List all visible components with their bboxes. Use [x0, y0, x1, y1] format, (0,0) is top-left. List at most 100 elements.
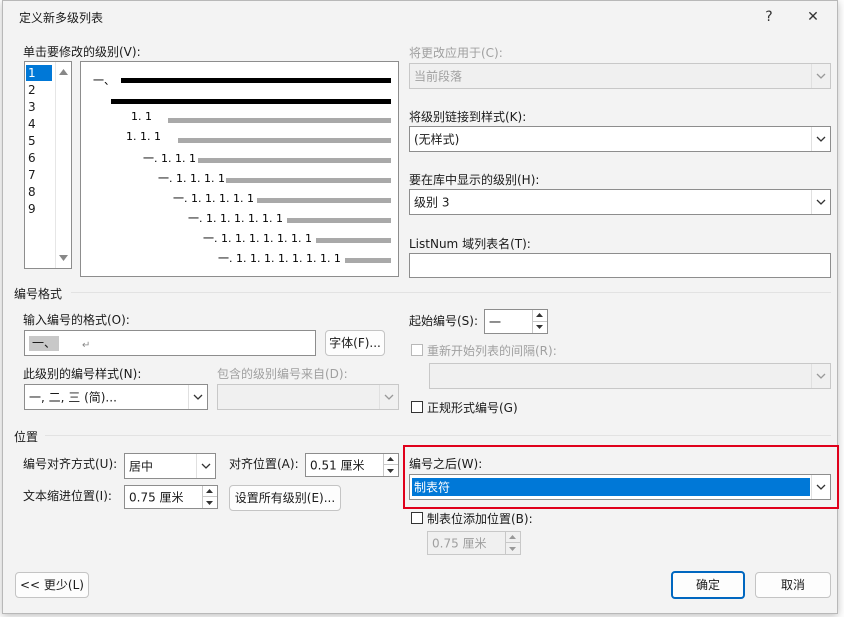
align-at-label: 对齐位置(A): [229, 457, 299, 471]
enter-format-label: 输入编号的格式(O): [23, 313, 130, 327]
tab-stop-value: 0.75 厘米 [432, 536, 487, 551]
listnum-input[interactable] [409, 253, 831, 278]
gallery-level-select[interactable]: 级别 3 [409, 189, 831, 215]
level-item[interactable]: 4 [28, 117, 50, 131]
level-item[interactable]: 1 [28, 66, 50, 80]
chevron-down-icon [384, 394, 394, 400]
number-style-dropdown[interactable] [188, 385, 207, 409]
preview-text: 一. 1. 1. 1. 1 [158, 172, 225, 185]
arrow-down-icon [509, 546, 516, 551]
font-button[interactable]: 字体(F)... [325, 330, 385, 356]
level-scrollbar[interactable] [55, 62, 71, 268]
preview-line [121, 78, 391, 83]
scroll-up-icon[interactable] [59, 69, 68, 75]
chevron-down-icon [816, 136, 826, 142]
preview-line [178, 138, 391, 143]
indent-at-label: 文本缩进位置(I): [23, 489, 112, 503]
indent-at-spinner[interactable]: 0.75 厘米 [124, 485, 218, 509]
preview-text: 一. 1. 1. 1. 1. 1. 1. 1 [203, 232, 312, 245]
restart-after-dropdown[interactable] [811, 364, 830, 388]
level-item[interactable]: 8 [28, 185, 50, 199]
restart-after-checkbox[interactable] [411, 344, 423, 356]
section-divider [71, 292, 831, 293]
preview-text: 1. 1 [131, 110, 152, 123]
legal-style-checkbox[interactable] [411, 401, 423, 413]
level-list[interactable]: 1 2 3 4 5 6 7 8 9 [24, 61, 72, 269]
chevron-down-icon [193, 394, 203, 400]
less-button[interactable]: << 更少(L) [15, 572, 89, 598]
chevron-down-icon [816, 73, 826, 79]
restart-after-select[interactable] [429, 363, 831, 389]
preview-line [345, 258, 391, 263]
gallery-level-label: 要在库中显示的级别(H): [409, 173, 540, 187]
link-style-label: 将级别链接到样式(K): [409, 110, 527, 124]
number-style-select[interactable]: 一, 二, 三 (简)... [24, 384, 208, 410]
follow-with-dropdown[interactable] [811, 475, 830, 499]
spin-up-button[interactable] [533, 310, 547, 322]
spin-up-button[interactable] [506, 532, 520, 543]
alignment-value: 居中 [129, 459, 154, 474]
level-item[interactable]: 9 [28, 202, 50, 216]
preview-line [287, 218, 391, 223]
spin-down-button[interactable] [203, 497, 217, 508]
tab-stop-spinner[interactable]: 0.75 厘米 [427, 531, 521, 555]
spin-up-button[interactable] [384, 454, 398, 465]
level-item[interactable]: 2 [28, 83, 50, 97]
follow-with-label: 编号之后(W): [409, 457, 483, 471]
apply-to-select[interactable]: 当前段落 [409, 63, 831, 89]
chevron-down-icon [201, 463, 211, 469]
click-level-label: 单击要修改的级别(V): [23, 45, 141, 59]
position-section-label: 位置 [14, 430, 39, 444]
follow-with-select[interactable]: 制表符 [409, 474, 831, 500]
alignment-dropdown[interactable] [196, 454, 215, 478]
number-format-input[interactable]: 一、 ↵ [24, 330, 316, 356]
arrow-down-icon [387, 468, 394, 473]
section-divider [45, 435, 831, 436]
preview-text: 一. 1. 1. 1 [143, 152, 196, 165]
include-from-label: 包含的级别编号来自(D): [217, 367, 348, 381]
align-at-value: 0.51 厘米 [310, 458, 365, 473]
gallery-level-value: 级别 3 [414, 195, 450, 210]
arrow-down-icon [206, 500, 213, 505]
level-item[interactable]: 6 [28, 151, 50, 165]
set-all-levels-button[interactable]: 设置所有级别(E)... [229, 485, 341, 511]
preview-line [111, 99, 391, 104]
arrow-up-icon [387, 457, 394, 461]
spin-up-button[interactable] [203, 486, 217, 497]
start-at-value: 一 [489, 315, 502, 329]
spin-down-button[interactable] [506, 543, 520, 554]
cancel-button[interactable]: 取消 [755, 572, 831, 598]
close-button[interactable]: ✕ [798, 3, 828, 31]
scroll-down-icon[interactable] [59, 255, 68, 261]
alignment-select[interactable]: 居中 [124, 453, 216, 479]
level-item[interactable]: 7 [28, 168, 50, 182]
legal-style-label: 正规形式编号(G) [427, 401, 518, 415]
ok-button[interactable]: 确定 [671, 571, 745, 599]
chevron-down-icon [816, 484, 826, 490]
preview-text: 一、 [93, 74, 115, 87]
preview-line [257, 198, 391, 203]
help-button[interactable]: ? [754, 3, 784, 31]
level-item[interactable]: 5 [28, 134, 50, 148]
gallery-level-dropdown[interactable] [811, 190, 830, 214]
add-tab-stop-checkbox[interactable] [411, 512, 423, 524]
apply-to-value: 当前段落 [414, 69, 463, 84]
arrow-up-icon [206, 489, 213, 493]
level-item[interactable]: 3 [28, 100, 50, 114]
start-at-spinner[interactable]: 一 [484, 309, 548, 334]
number-style-label: 此级别的编号样式(N): [23, 367, 142, 381]
spin-down-button[interactable] [533, 322, 547, 334]
apply-to-dropdown[interactable] [811, 64, 830, 88]
link-style-select[interactable]: (无样式) [409, 126, 831, 152]
preview-text: 一. 1. 1. 1. 1. 1 [173, 192, 254, 205]
align-at-spinner[interactable]: 0.51 厘米 [305, 453, 399, 477]
add-tab-stop-label: 制表位添加位置(B): [427, 512, 533, 526]
number-format-section-label: 编号格式 [14, 287, 63, 301]
link-style-dropdown[interactable] [811, 127, 830, 151]
include-from-select[interactable] [217, 384, 399, 410]
spin-down-button[interactable] [384, 465, 398, 476]
include-from-dropdown[interactable] [379, 385, 398, 409]
arrow-down-icon [536, 325, 543, 330]
alignment-label: 编号对齐方式(U): [23, 457, 118, 471]
chevron-down-icon [816, 199, 826, 205]
